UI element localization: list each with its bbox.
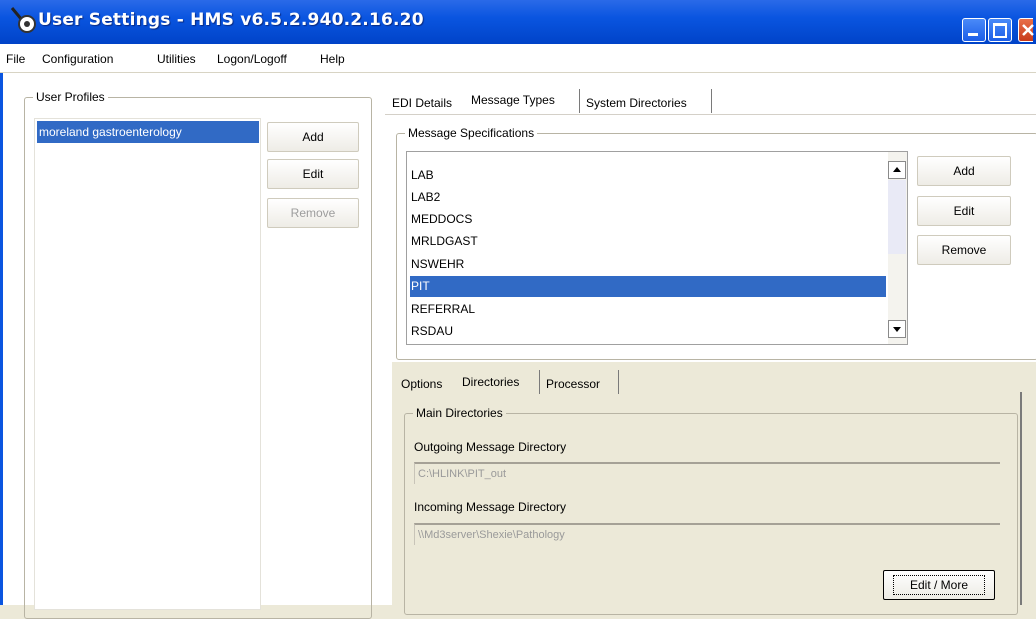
menu-logon-logoff[interactable]: Logon/Logoff (217, 52, 287, 66)
list-item-rsdau[interactable]: RSDAU (410, 321, 453, 342)
outgoing-directory-field[interactable]: C:\HLINK\PIT_out (414, 462, 1000, 484)
minimize-icon (968, 33, 978, 36)
tab-options[interactable]: Options (401, 377, 442, 391)
tab-divider (618, 370, 619, 394)
profile-edit-button[interactable]: Edit (267, 159, 359, 189)
scroll-up-button[interactable] (888, 161, 906, 179)
tab-panel-border (385, 114, 1036, 115)
list-item-pit[interactable]: PIT (410, 276, 886, 297)
maximize-button[interactable] (988, 18, 1012, 42)
message-remove-button[interactable]: Remove (917, 235, 1011, 265)
edit-more-button[interactable]: Edit / More (883, 570, 995, 600)
tab-directories[interactable]: Directories (462, 375, 519, 389)
list-item-lab[interactable]: LAB (410, 165, 434, 186)
title-bar: User Settings - HMS v6.5.2.940.2.16.20 (0, 0, 1036, 44)
minimize-button[interactable] (962, 18, 986, 42)
message-add-button[interactable]: Add (917, 156, 1011, 186)
incoming-directory-label: Incoming Message Directory (414, 500, 567, 514)
list-item-nswehr[interactable]: NSWEHR (410, 254, 464, 275)
menu-bar: File Configuration Utilities Logon/Logof… (0, 44, 1036, 73)
menu-file[interactable]: File (6, 52, 25, 66)
outgoing-directory-label: Outgoing Message Directory (414, 440, 567, 454)
tab-divider (711, 89, 712, 113)
window-title: User Settings - HMS v6.5.2.940.2.16.20 (38, 10, 424, 30)
edit-more-label: Edit / More (892, 575, 986, 595)
tab-processor[interactable]: Processor (546, 377, 600, 391)
tab-system-directories[interactable]: System Directories (586, 96, 687, 110)
scroll-down-button[interactable] (888, 320, 906, 338)
tab-divider (579, 89, 580, 113)
list-item-meddocs[interactable]: MEDDOCS (410, 209, 472, 230)
user-profile-item[interactable]: moreland gastroenterology (37, 121, 259, 143)
list-item-referral[interactable]: REFERRAL (410, 299, 475, 320)
tab-divider (539, 370, 540, 394)
menu-help[interactable]: Help (320, 52, 345, 66)
app-icon (10, 7, 36, 33)
menu-configuration[interactable]: Configuration (42, 52, 113, 66)
message-specs-list[interactable]: LAB.XX LAB LAB2 MEDDOCS MRLDGAST NSWEHR … (406, 151, 908, 345)
user-profiles-list[interactable]: moreland gastroenterology (34, 118, 261, 610)
menu-utilities[interactable]: Utilities (157, 52, 196, 66)
list-scrollbar[interactable] (888, 152, 907, 344)
close-icon (1022, 24, 1034, 36)
tab-message-types[interactable]: Message Types (471, 93, 555, 107)
scroll-thumb[interactable] (888, 180, 906, 254)
message-specs-label: Message Specifications (405, 126, 538, 140)
list-item-mrldgast[interactable]: MRLDGAST (410, 231, 478, 252)
arrow-down-icon (893, 327, 901, 332)
arrow-up-icon (893, 167, 901, 172)
profile-add-button[interactable]: Add (267, 122, 359, 152)
list-item-partial: LAB.XX (410, 152, 452, 158)
close-button[interactable] (1018, 18, 1034, 42)
list-item-lab2[interactable]: LAB2 (410, 187, 440, 208)
lower-panel-right-border (1020, 392, 1022, 605)
message-edit-button[interactable]: Edit (917, 196, 1011, 226)
tab-edi-details[interactable]: EDI Details (392, 96, 452, 110)
incoming-directory-field[interactable]: \\Md3server\Shexie\Pathology (414, 523, 1000, 545)
main-directories-label: Main Directories (413, 406, 506, 420)
profile-remove-button[interactable]: Remove (267, 198, 359, 228)
maximize-icon (993, 23, 1007, 38)
user-profiles-label: User Profiles (33, 90, 108, 104)
